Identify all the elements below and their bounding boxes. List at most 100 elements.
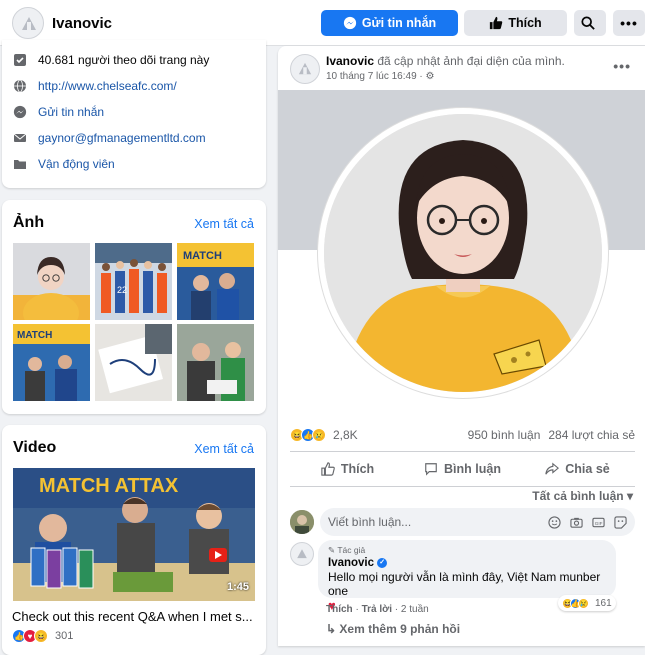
video-caption[interactable]: Check out this recent Q&A when I met s..… [12,609,257,624]
video-reactions[interactable]: 👍 ♥ 😆 301 [12,629,73,643]
post-card: Ivanovic đã cập nhật ảnh đại diện của mì… [278,46,645,646]
email-link[interactable]: gaynor@gfmanagementltd.com [38,131,206,145]
photo-thumbnail-1[interactable] [13,243,90,320]
website-link[interactable]: http://www.chelseafc.com/ [38,79,177,93]
comment-reaction-icons: 😆 👍 😢 [562,597,589,609]
sticker-icon[interactable] [614,515,627,529]
send-message-link[interactable]: Gửi tin nhắn [38,105,104,119]
page-name[interactable]: Ivanovic [52,15,112,32]
comment-text: Hello mọi người vẫn là mình đây, Việt Na… [328,570,601,598]
share-icon [545,462,560,475]
video-card: Video Xem tất cả MATCH ATTAX 1:45 Check … [2,425,266,655]
comment-icon [425,463,437,476]
followers-text: 40.681 người theo dõi trang này [38,53,210,67]
comment-placeholder: Viết bình luận... [328,515,412,529]
post-reaction-count[interactable]: 2,8K [333,428,358,442]
photos-card: Ảnh Xem tất cả 22 MATCH MATCH [2,200,266,414]
send-message-button[interactable]: Gửi tin nhắn [321,10,458,36]
like-post-label: Thích [340,462,375,476]
current-user-avatar[interactable] [290,510,314,534]
comment-reactions[interactable]: 😆 👍 😢 161 [558,595,616,611]
comment-post-button[interactable]: Bình luận [405,452,520,486]
email-icon [12,130,28,146]
post-comments-count[interactable]: 950 bình luận [468,428,541,442]
photo-thumbnail-3[interactable]: MATCH [177,243,254,320]
messenger-icon [12,104,28,120]
video-reaction-count: 301 [55,630,74,642]
sad-reaction-icon: 😢 [578,597,589,609]
view-more-replies-text: Xem thêm 9 phản hồi [339,622,461,636]
thumbs-up-icon [321,462,335,476]
comment-author-avatar[interactable] [290,542,314,566]
send-message-label: Gửi tin nhắn [361,16,437,30]
search-button[interactable] [574,10,606,36]
photo-thumbnail-4[interactable]: MATCH [13,324,90,401]
messenger-icon [343,16,356,30]
post-shares-count[interactable]: 284 lượt chia sẻ [548,428,635,442]
post-stats: 😆 👍 😢 2,8K 950 bình luận 284 lượt chia s… [290,428,635,442]
emoji-icon[interactable] [548,515,561,529]
category-link[interactable]: Vận động viên [38,157,115,171]
comment-bubble: ✎ Tác giả Ivanovic ✓ Hello mọi người vẫn… [318,540,616,613]
post-header: Ivanovic đã cập nhật ảnh đại diện của mì… [326,54,565,68]
svg-text:MATCH ATTAX: MATCH ATTAX [39,475,179,497]
reply-arrow-icon: ↳ [326,622,340,636]
view-more-replies-link[interactable]: ↳ Xem thêm 9 phản hồi [326,622,460,636]
photo-thumbnail-5[interactable] [95,324,172,401]
followers-row: 40.681 người theo dõi trang này [12,52,209,68]
comment-reaction-count: 161 [595,597,612,609]
comment-post-label: Bình luận [444,462,501,476]
comment-reply-link[interactable]: Trả lời [362,604,392,615]
comment-input[interactable]: Viết bình luận... GIF [320,508,635,536]
post-author-avatar[interactable] [290,54,320,84]
video-see-all-link[interactable]: Xem tất cả [194,442,254,456]
sad-reaction-icon: 😢 [312,428,326,442]
svg-text:22: 22 [117,285,127,295]
globe-icon [12,78,28,94]
comment-age[interactable]: 2 tuần [401,604,429,615]
photos-title: Ảnh [13,214,45,231]
photo-thumbnail-2[interactable]: 22 [95,243,172,320]
pencil-icon: ✎ [328,545,338,555]
comment-meta: Thích · Trả lời · 2 tuần [326,604,429,615]
gif-icon[interactable]: GIF [592,516,605,529]
camera-icon[interactable] [570,516,583,529]
share-post-button[interactable]: Chia sẻ [520,452,635,486]
share-post-label: Chia sẻ [565,462,610,476]
video-title: Video [13,439,57,456]
page-avatar[interactable] [12,7,44,39]
post-timestamp[interactable]: 10 tháng 7 lúc 16:49 · ⚙ [326,71,434,82]
like-page-label: Thích [508,16,542,30]
comment-author-name[interactable]: Ivanovic ✓ [328,557,606,569]
more-dots-icon: ••• [620,15,638,31]
verified-icon: ✓ [377,557,388,568]
website-row: http://www.chelseafc.com/ [12,78,177,94]
author-badge: ✎ Tác giả [328,545,606,556]
like-page-button[interactable]: Thích [464,10,567,36]
more-options-button[interactable]: ••• [613,10,645,36]
svg-text:MATCH: MATCH [183,250,222,262]
comment-sort-dropdown[interactable]: Tất cả bình luận ▾ [532,489,633,503]
post-action-bar: Thích Bình luận Chia sẻ [290,451,635,487]
comment-like-link[interactable]: Thích [326,604,353,615]
profile-picture[interactable] [324,114,602,392]
author-badge-text: Tác giả [337,545,366,555]
post-reaction-icons[interactable]: 😆 👍 😢 [290,428,326,442]
photo-thumbnail-6[interactable] [177,324,254,401]
followers-check-icon [12,52,28,68]
email-row: gaynor@gfmanagementltd.com [12,130,206,146]
message-row: Gửi tin nhắn [12,104,104,120]
category-row: Vận động viên [12,156,115,172]
like-post-button[interactable]: Thích [290,452,405,486]
video-thumbnail[interactable]: MATCH ATTAX 1:45 [13,468,255,601]
post-options-icon[interactable]: ••• [613,58,631,74]
haha-reaction-icon: 😆 [34,629,48,643]
comment-author-text: Ivanovic [328,557,375,569]
video-duration: 1:45 [226,581,249,593]
post-action-text: đã cập nhật ảnh đại diện của mình. [377,54,565,68]
photos-see-all-link[interactable]: Xem tất cả [194,217,254,231]
search-icon [580,16,595,30]
svg-text:MATCH: MATCH [17,330,52,341]
post-author-name[interactable]: Ivanovic [326,54,374,68]
reaction-icons: 👍 ♥ 😆 [12,629,48,643]
